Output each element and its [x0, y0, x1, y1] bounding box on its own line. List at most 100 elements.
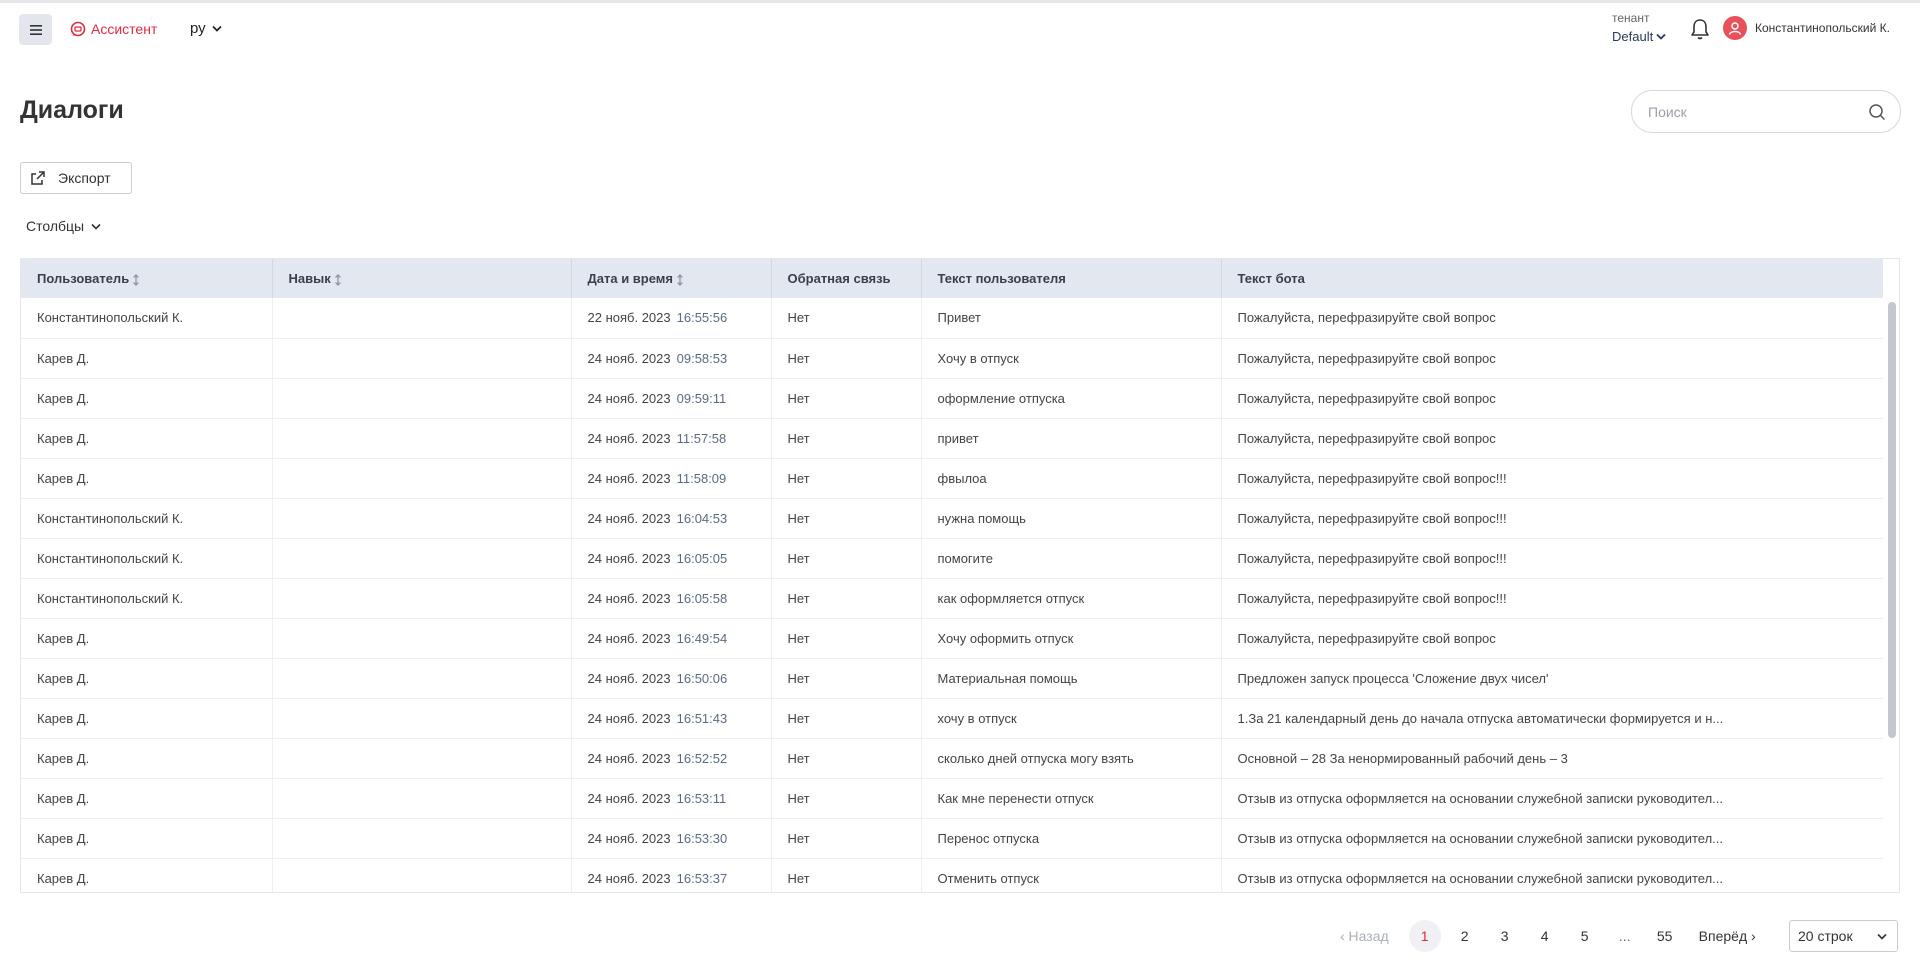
page-title: Диалоги [20, 96, 124, 124]
language-selector[interactable]: ру [190, 20, 222, 37]
time-value: 09:59:11 [676, 390, 727, 406]
column-header-skill[interactable]: Навык [272, 259, 572, 298]
avatar[interactable] [1723, 16, 1747, 40]
bell-icon[interactable] [1689, 17, 1711, 41]
prev-page-button[interactable]: ‹ Назад [1340, 928, 1389, 944]
column-header-datetime[interactable]: Дата и время [571, 259, 772, 298]
cell-skill [272, 658, 572, 698]
cell-feedback: Нет [771, 698, 922, 738]
export-icon [31, 171, 45, 185]
table-scrollbar[interactable] [1888, 302, 1896, 738]
date-value: 22 нояб. 2023 [587, 310, 671, 326]
cell-user-text: хочу в отпуск [921, 698, 1222, 738]
time-value: 09:58:53 [676, 350, 728, 366]
table-row[interactable]: Карев Д. 24 нояб. 2023 16:50:06 Нет Материал… [21, 658, 1883, 698]
page-button[interactable]: 2 [1449, 920, 1481, 952]
date-value: 24 нояб. 2023 [587, 350, 671, 366]
time-value: 16:53:30 [676, 830, 728, 846]
page-button[interactable]: 55 [1649, 920, 1681, 952]
cell-user: Константинопольский К. [21, 538, 273, 578]
cell-user: Карев Д. [21, 818, 273, 858]
page-button[interactable]: 5 [1569, 920, 1601, 952]
table-row[interactable]: Карев Д. 24 нояб. 2023 11:58:09 Нет фвылоа По… [21, 458, 1883, 498]
table-row[interactable]: Карев Д. 24 нояб. 2023 16:51:43 Нет хочу в о… [21, 698, 1883, 738]
cell-user: Константинопольский К. [21, 578, 273, 618]
cell-datetime: 24 нояб. 2023 16:04:53 [571, 498, 772, 538]
cell-datetime: 24 нояб. 2023 16:52:52 [571, 738, 772, 778]
column-header-user[interactable]: Пользователь [21, 259, 273, 298]
sort-icon[interactable] [132, 273, 140, 286]
cell-bot-text: Пожалуйста, перефразируйте свой вопрос!!… [1237, 550, 1507, 566]
column-header-user-text: Текст пользователя [921, 259, 1222, 298]
table-row[interactable]: Карев Д. 24 нояб. 2023 09:58:53 Нет Хочу в о… [21, 338, 1883, 378]
table-row[interactable]: Константинопольский К. 24 нояб. 2023 16:05… [21, 578, 1883, 618]
sort-icon[interactable] [676, 273, 684, 286]
tenant-dropdown[interactable]: Default [1612, 29, 1666, 44]
cell-bot-text: Пожалуйста, перефразируйте свой вопрос [1237, 390, 1496, 406]
menu-toggle-button[interactable] [19, 14, 52, 45]
table-row[interactable]: Карев Д. 24 нояб. 2023 16:53:11 Нет Как мне … [21, 778, 1883, 818]
rows-per-page-value: 20 строк [1798, 928, 1853, 944]
cell-datetime: 24 нояб. 2023 16:53:11 [571, 778, 772, 818]
cell-feedback: Нет [771, 298, 922, 338]
tenant-label: тенант [1612, 11, 1650, 25]
cell-bot-text: Основной – 28 За ненормированный рабочий… [1237, 750, 1568, 766]
table-row[interactable]: Карев Д. 24 нояб. 2023 16:53:37 Нет Отменить… [21, 858, 1883, 892]
cell-datetime: 24 нояб. 2023 11:57:58 [571, 418, 772, 458]
page-button[interactable]: 1 [1408, 920, 1441, 952]
cell-user: Константинопольский К. [21, 298, 273, 338]
table-row[interactable]: Константинопольский К. 22 нояб. 2023 16:55… [21, 298, 1883, 338]
date-value: 24 нояб. 2023 [587, 670, 671, 686]
time-value: 16:50:06 [676, 670, 728, 686]
cell-skill [272, 698, 572, 738]
cell-user-text: оформление отпуска [921, 378, 1222, 418]
page-ellipsis: ... [1618, 928, 1631, 944]
tenant-selector[interactable]: тенант Default [1612, 11, 1666, 44]
table-row[interactable]: Карев Д. 24 нояб. 2023 11:57:58 Нет привет По… [21, 418, 1883, 458]
app-logo[interactable]: Ассистент [70, 21, 157, 37]
search-input[interactable] [1648, 103, 1868, 120]
cell-user: Карев Д. [21, 458, 273, 498]
export-label: Экспорт [58, 170, 111, 186]
cell-skill [272, 858, 572, 892]
search-box[interactable] [1631, 90, 1901, 133]
date-value: 24 нояб. 2023 [587, 630, 671, 646]
page-button[interactable]: 3 [1489, 920, 1521, 952]
cell-user: Карев Д. [21, 658, 273, 698]
cell-skill [272, 498, 572, 538]
rows-per-page-select[interactable]: 20 строк [1789, 920, 1898, 952]
table-row[interactable]: Константинопольский К. 24 нояб. 2023 16:05… [21, 538, 1883, 578]
tenant-value: Default [1612, 29, 1654, 44]
columns-dropdown[interactable]: Столбцы [26, 218, 101, 234]
date-value: 24 нояб. 2023 [587, 510, 671, 526]
cell-user: Карев Д. [21, 418, 273, 458]
search-icon[interactable] [1868, 103, 1886, 121]
cell-feedback: Нет [771, 498, 922, 538]
cell-skill [272, 618, 572, 658]
export-button[interactable]: Экспорт [20, 162, 132, 194]
table-row[interactable]: Карев Д. 24 нояб. 2023 16:49:54 Нет Хочу офо… [21, 618, 1883, 658]
cell-skill [272, 298, 572, 338]
cell-datetime: 24 нояб. 2023 16:51:43 [571, 698, 772, 738]
table-row[interactable]: Карев Д. 24 нояб. 2023 09:59:11 Нет оформлен… [21, 378, 1883, 418]
cell-user: Карев Д. [21, 618, 273, 658]
cell-skill [272, 458, 572, 498]
sort-icon[interactable] [334, 273, 342, 286]
table-row[interactable]: Карев Д. 24 нояб. 2023 16:53:30 Нет Перенос … [21, 818, 1883, 858]
columns-label: Столбцы [26, 218, 85, 234]
cell-user: Константинопольский К. [21, 498, 273, 538]
date-value: 24 нояб. 2023 [587, 830, 671, 846]
cell-user-text: привет [921, 418, 1222, 458]
cell-user: Карев Д. [21, 738, 273, 778]
table-row[interactable]: Константинопольский К. 24 нояб. 2023 16:04… [21, 498, 1883, 538]
time-value: 16:53:37 [676, 870, 728, 886]
cell-feedback: Нет [771, 338, 922, 378]
cell-user-text: Как мне перенести отпуск [921, 778, 1222, 818]
cell-bot-text: Отзыв из отпуска оформляется на основани… [1237, 870, 1724, 886]
next-page-button[interactable]: Вперёд › [1699, 928, 1756, 944]
cell-feedback: Нет [771, 378, 922, 418]
cell-datetime: 24 нояб. 2023 16:50:06 [571, 658, 772, 698]
user-name[interactable]: Константинопольский К. [1755, 21, 1890, 35]
page-button[interactable]: 4 [1529, 920, 1561, 952]
table-row[interactable]: Карев Д. 24 нояб. 2023 16:52:52 Нет сколько … [21, 738, 1883, 778]
